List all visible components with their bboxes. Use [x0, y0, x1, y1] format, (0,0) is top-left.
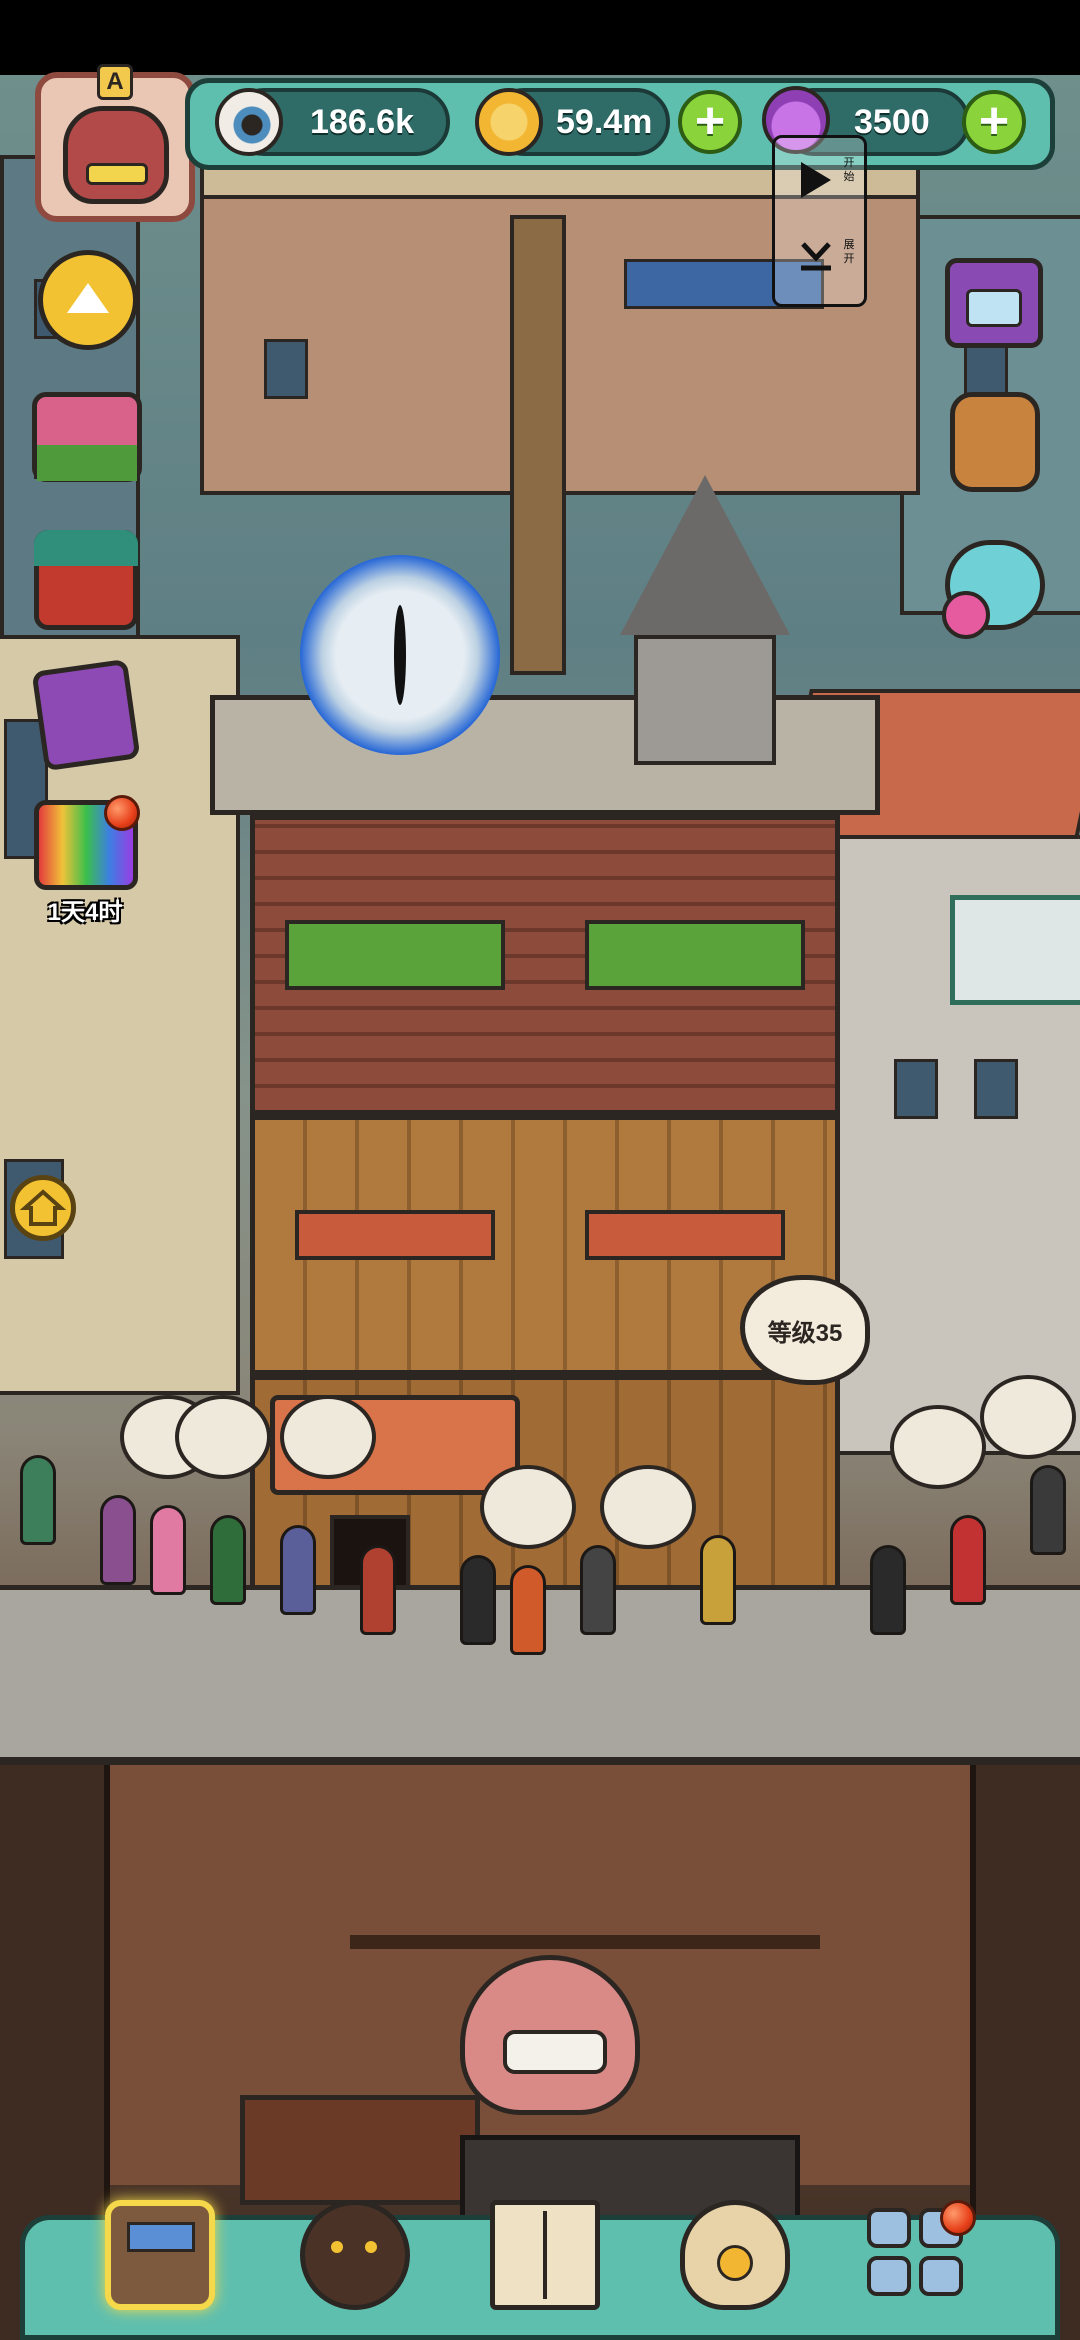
video-ad-button[interactable] — [945, 258, 1043, 348]
kitchen-counter — [240, 2095, 480, 2205]
customer[interactable] — [460, 1555, 496, 1645]
customer[interactable] — [1030, 1465, 1066, 1555]
screen-record-panel: 开始 展开 — [772, 135, 867, 307]
card-pack-icon[interactable] — [31, 658, 141, 772]
status-bar — [0, 0, 1080, 75]
kitchen-shelf — [350, 1935, 820, 1949]
gift-timer: 1天4时 — [47, 899, 123, 926]
customer[interactable] — [950, 1515, 986, 1605]
thought-bubble[interactable] — [480, 1465, 576, 1549]
customer[interactable] — [870, 1545, 906, 1635]
home-button[interactable] — [10, 1175, 76, 1241]
level-label: 等级35 — [767, 1319, 843, 1347]
customer[interactable] — [100, 1495, 136, 1585]
thought-bubble[interactable] — [980, 1375, 1076, 1459]
collapse-arrow-icon — [67, 283, 109, 313]
customer[interactable] — [20, 1455, 56, 1545]
rare-gift-icon[interactable] — [34, 530, 138, 630]
gift-box-icon[interactable] — [32, 392, 142, 482]
totem-pole — [510, 215, 566, 675]
coin-value: 59.4m — [556, 102, 653, 141]
thought-bubble[interactable] — [280, 1395, 376, 1479]
nav-monster-button[interactable] — [290, 2190, 420, 2320]
notification-dot-icon — [104, 795, 140, 831]
game-scene[interactable]: 等级35 — [0, 75, 1080, 2340]
tower-brick-floor[interactable] — [250, 815, 840, 1115]
stone-turret — [620, 475, 790, 765]
book-icon — [490, 2200, 600, 2310]
add-potions-button[interactable]: + — [962, 90, 1026, 154]
nav-shop-button[interactable] — [95, 2190, 225, 2320]
thought-bubble[interactable] — [175, 1395, 271, 1479]
nav-money-button[interactable] — [670, 2190, 800, 2320]
eye-portal[interactable] — [300, 555, 500, 755]
customer[interactable] — [280, 1525, 316, 1615]
money-bag-icon — [680, 2200, 790, 2310]
customer[interactable] — [210, 1515, 246, 1605]
notification-dot-icon — [940, 2200, 976, 2236]
record-expand-label: 展开 — [843, 239, 855, 265]
video-ad-icon — [966, 289, 1022, 327]
thought-bubble[interactable] — [600, 1465, 696, 1549]
shop-building-icon — [105, 2200, 215, 2310]
backpack-icon[interactable] — [950, 392, 1040, 492]
level-bubble[interactable]: 等级35 — [740, 1275, 870, 1385]
billboard-sign — [950, 895, 1080, 1005]
potion-value: 3500 — [854, 102, 930, 141]
monster-eggs-icon[interactable] — [942, 540, 1045, 639]
eyeball-icon — [215, 88, 283, 156]
thought-bubble[interactable] — [890, 1405, 986, 1489]
monster-icon — [300, 2200, 410, 2310]
play-icon — [801, 162, 831, 198]
coin-icon — [475, 88, 543, 156]
record-start-button[interactable]: 开始 — [783, 144, 861, 214]
customer[interactable] — [150, 1505, 186, 1595]
record-start-label: 开始 — [843, 157, 855, 183]
monster-face-icon — [63, 106, 169, 204]
home-icon — [19, 1189, 67, 1226]
player-avatar[interactable]: A — [35, 64, 195, 222]
expand-down-icon — [801, 242, 831, 271]
eyeball-value: 186.6k — [310, 102, 414, 141]
record-expand-button[interactable]: 展开 — [783, 228, 861, 298]
rank-badge-icon: A — [97, 64, 133, 100]
nav-book-button[interactable] — [480, 2190, 610, 2320]
collapse-menu-button[interactable] — [38, 250, 138, 350]
customer[interactable] — [510, 1565, 546, 1655]
customer[interactable] — [360, 1545, 396, 1635]
customer[interactable] — [700, 1535, 736, 1625]
customer[interactable] — [580, 1545, 616, 1635]
add-coins-button[interactable]: + — [678, 90, 742, 154]
